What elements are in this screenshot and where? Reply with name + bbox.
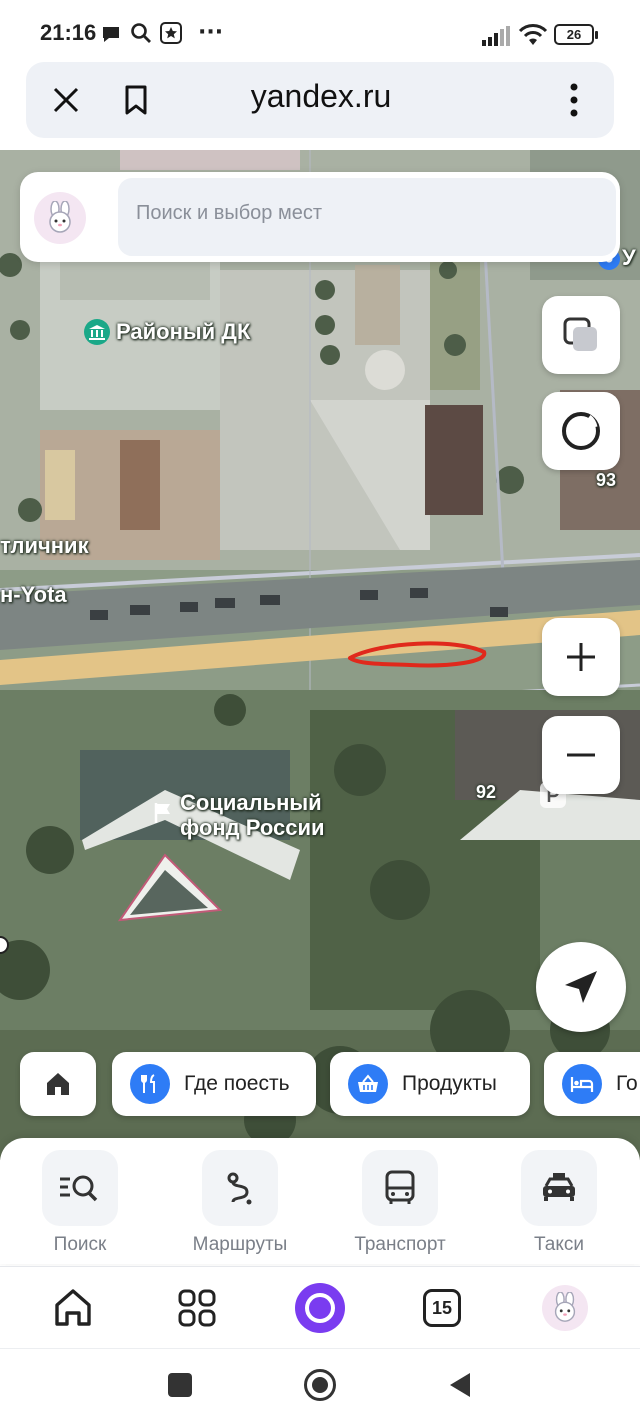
layers-button[interactable] <box>542 296 620 374</box>
navigation-arrow-icon <box>565 971 597 1003</box>
panel-label: Поиск <box>53 1234 107 1255</box>
bed-icon <box>562 1064 602 1104</box>
bunny-icon <box>49 201 71 233</box>
url-text[interactable]: yandex.ru <box>176 78 466 115</box>
chip-label: Го <box>616 1072 638 1095</box>
panel-routes[interactable]: Маршруты <box>175 1150 305 1256</box>
panel-search[interactable]: Поиск <box>15 1150 145 1256</box>
home-dot-icon <box>312 1377 328 1393</box>
search-field[interactable] <box>118 178 616 256</box>
search-input[interactable] <box>136 202 596 225</box>
search-status-icon <box>130 22 152 48</box>
close-button[interactable] <box>46 80 86 120</box>
browser-menu-button[interactable] <box>554 80 594 120</box>
route-icon <box>202 1150 278 1226</box>
chip-label: Продукты <box>402 1072 497 1095</box>
bus-icon <box>362 1150 438 1226</box>
panel-label: Маршруты <box>192 1234 288 1255</box>
more-vertical-icon <box>570 83 578 117</box>
profile-button[interactable] <box>540 1283 590 1333</box>
chip-hotels[interactable]: Го <box>544 1052 640 1116</box>
alice-icon <box>295 1283 345 1333</box>
my-location-button[interactable] <box>536 942 626 1032</box>
bottom-panel: Поиск Маршруты Транспорт Такси <box>0 1138 640 1264</box>
compass-button[interactable] <box>542 392 620 470</box>
chip-home[interactable] <box>20 1052 96 1116</box>
chip-groceries[interactable]: Продукты <box>330 1052 530 1116</box>
tabs-button[interactable]: 15 <box>417 1283 467 1333</box>
house-number-93: 93 <box>596 470 617 490</box>
taxi-icon <box>521 1150 597 1226</box>
bookmark-icon <box>125 85 147 115</box>
home-system-button[interactable] <box>304 1369 336 1401</box>
layers-icon <box>563 317 597 351</box>
fork-knife-icon <box>130 1064 170 1104</box>
museum-icon[interactable] <box>84 319 110 345</box>
profile-avatar <box>542 1285 588 1331</box>
panel-label: Такси <box>534 1234 584 1255</box>
chip-label: Где поесть <box>184 1072 290 1095</box>
services-button[interactable] <box>172 1283 222 1333</box>
zoom-in-button[interactable] <box>542 618 620 696</box>
wifi-icon <box>518 23 548 51</box>
chat-icon <box>100 23 122 49</box>
grid-icon <box>178 1289 216 1327</box>
map-search-bar <box>20 172 620 262</box>
poi-otlichnik[interactable]: тличник <box>0 533 89 559</box>
back-button[interactable] <box>448 1371 472 1403</box>
alice-button[interactable] <box>291 1279 349 1337</box>
plus-icon <box>567 643 595 671</box>
status-time: 21:16 <box>40 20 97 45</box>
close-icon <box>53 87 79 113</box>
compass-icon <box>562 412 600 450</box>
signal-icon <box>482 26 512 50</box>
browser-nav: 15 <box>0 1266 640 1348</box>
home-outline-icon <box>55 1289 91 1326</box>
recents-button[interactable] <box>168 1373 192 1397</box>
poi-yota[interactable]: н-Yota <box>0 582 67 608</box>
poi-top-right[interactable]: У <box>622 245 636 271</box>
back-triangle-icon <box>450 1373 470 1397</box>
chip-where-to-eat[interactable]: Где поесть <box>112 1052 316 1116</box>
browser-home-button[interactable] <box>48 1283 98 1333</box>
app-badge-icon <box>160 22 182 48</box>
panel-taxi[interactable]: Такси <box>494 1150 624 1256</box>
poi-district-dk[interactable]: Районый ДК <box>116 319 250 345</box>
basket-icon <box>348 1064 388 1104</box>
tabs-count: 15 <box>423 1289 461 1327</box>
home-icon <box>47 1073 69 1095</box>
panel-label: Транспорт <box>354 1234 446 1255</box>
bunny-icon <box>554 1292 576 1322</box>
flag-icon[interactable] <box>150 800 176 826</box>
status-bar: 21:16 ··· 26 <box>0 0 640 60</box>
bookmark-button[interactable] <box>116 80 156 120</box>
system-nav <box>0 1348 640 1422</box>
screen: 21:16 ··· 26 yandex.ru Районый ДК тлични… <box>0 0 640 1422</box>
minus-icon <box>567 753 595 757</box>
battery-indicator: 26 <box>554 24 598 45</box>
house-number-92: 92 <box>476 782 497 802</box>
panel-transport[interactable]: Транспорт <box>335 1150 465 1256</box>
search-list-icon <box>42 1150 118 1226</box>
poi-social-fund-line2[interactable]: фонд России <box>180 815 325 841</box>
browser-bar: yandex.ru <box>26 62 614 138</box>
user-avatar[interactable] <box>34 192 86 244</box>
poi-social-fund-line1[interactable]: Социальный <box>180 790 322 816</box>
zoom-out-button[interactable] <box>542 716 620 794</box>
more-status-icon: ··· <box>198 20 224 45</box>
